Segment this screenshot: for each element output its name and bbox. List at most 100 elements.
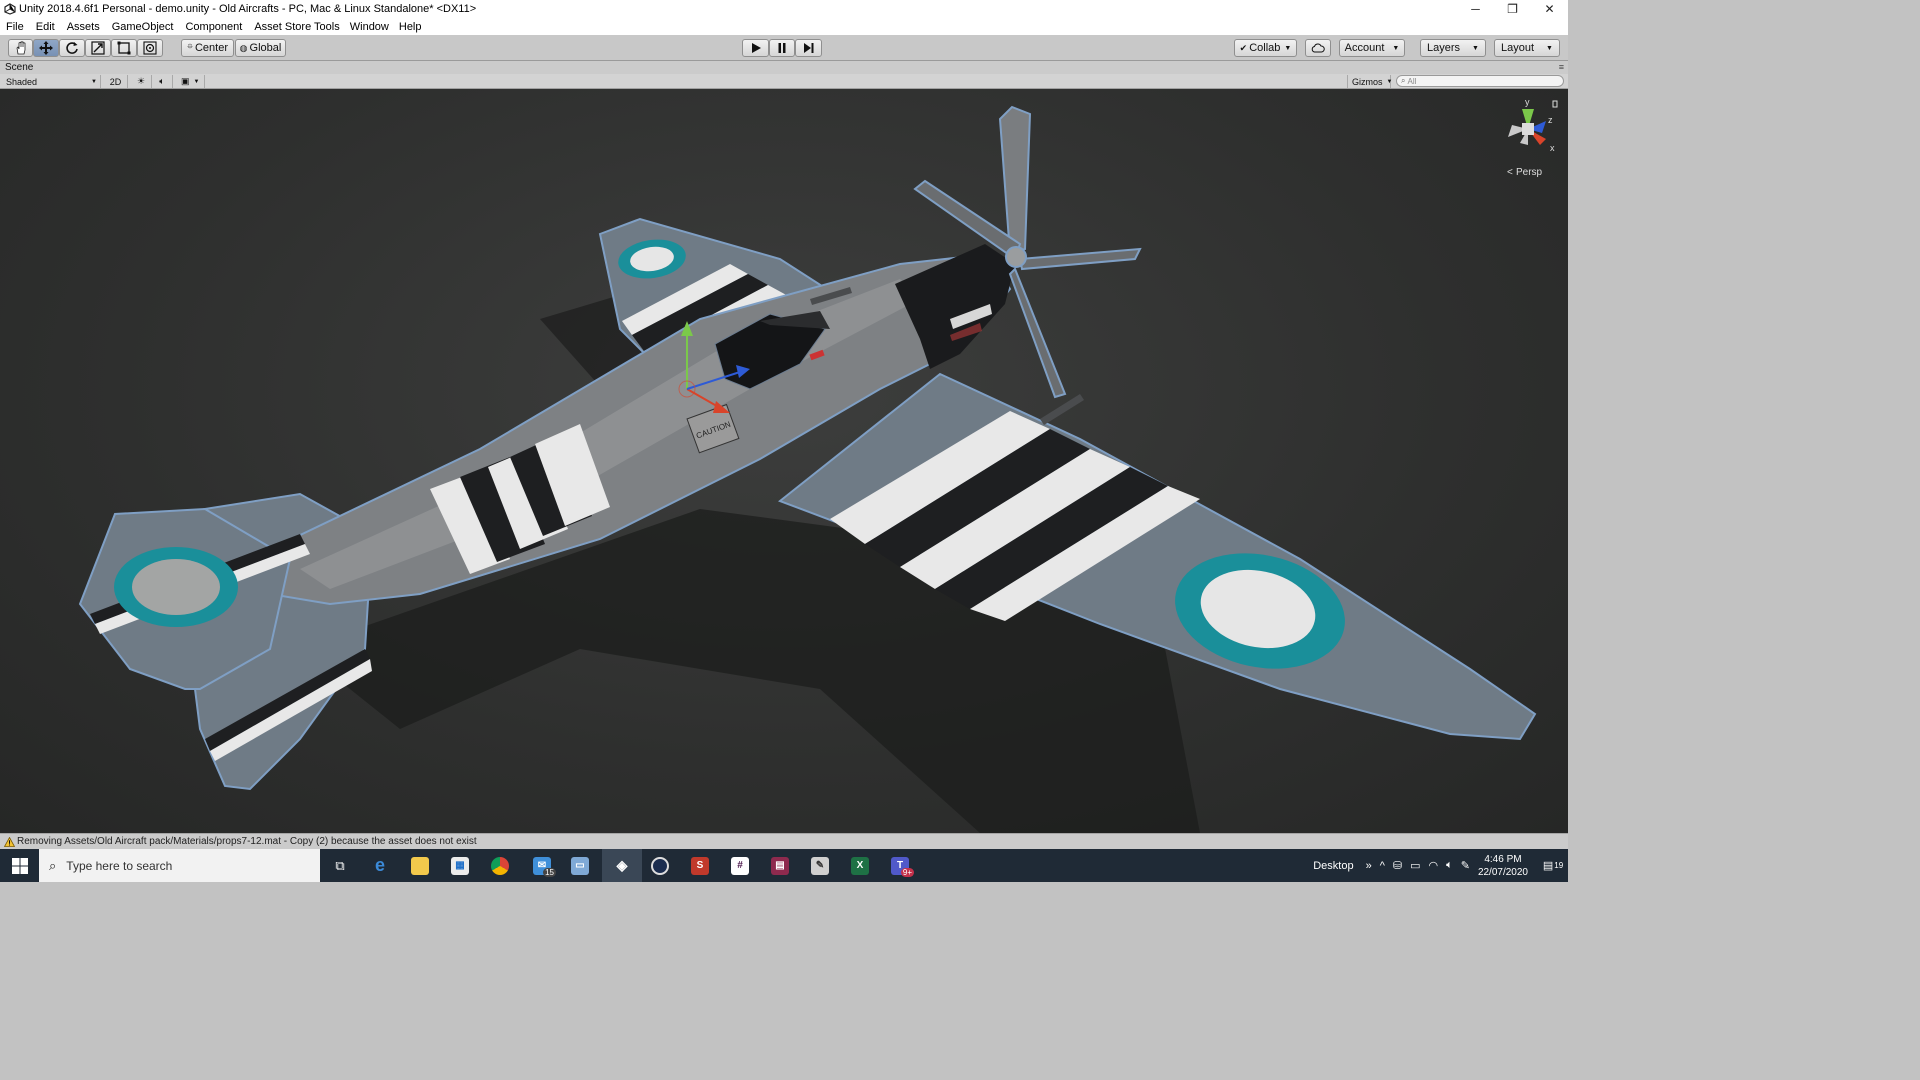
move-arrows-icon bbox=[39, 41, 53, 55]
aircraft-scene[interactable]: CAUTION y z x Persp < bbox=[0, 89, 1568, 833]
restore-button[interactable]: ❐ bbox=[1494, 0, 1531, 18]
lock-icon bbox=[1552, 100, 1558, 108]
taskbar-search-input[interactable]: ⌕ Type here to search bbox=[39, 849, 320, 882]
menu-window[interactable]: Window bbox=[350, 21, 389, 33]
substance-app[interactable]: S bbox=[680, 849, 720, 882]
toolbar-expand-icon[interactable]: » bbox=[1366, 860, 1372, 872]
orientation-gizmo[interactable]: y z x Persp < bbox=[1507, 97, 1558, 178]
mode-2d-toggle[interactable]: 2D bbox=[104, 75, 128, 88]
persp-arrow-icon: < bbox=[1507, 167, 1513, 178]
rect-icon bbox=[117, 41, 131, 55]
paint-app[interactable]: ✎ bbox=[800, 849, 840, 882]
pivot-icon: ⯐ bbox=[186, 42, 193, 51]
wifi-icon[interactable]: ◠ bbox=[1429, 859, 1439, 872]
hand-tool-button[interactable] bbox=[8, 39, 33, 57]
network-drive-icon[interactable]: ⛁ bbox=[1393, 859, 1402, 872]
battery-icon[interactable]: ▭ bbox=[1410, 859, 1420, 872]
taskbar-search-placeholder: Type here to search bbox=[66, 858, 173, 873]
search-icon: ⌕ bbox=[1401, 76, 1406, 85]
cinema4d-app[interactable] bbox=[640, 849, 680, 882]
menu-component[interactable]: Component bbox=[185, 21, 242, 33]
excel-app[interactable]: X bbox=[840, 849, 880, 882]
space-global-label: Global bbox=[249, 42, 282, 54]
scene-viewport[interactable]: CAUTION y z x Persp < bbox=[0, 89, 1568, 833]
lighting-toggle[interactable]: ☀ bbox=[131, 75, 152, 88]
chrome-app[interactable] bbox=[480, 849, 520, 882]
pause-button[interactable] bbox=[769, 39, 795, 57]
menu-gameobject[interactable]: GameObject bbox=[112, 21, 174, 33]
scene-search-input[interactable]: ⌕ All bbox=[1396, 75, 1564, 87]
status-bar[interactable]: Removing Assets/Old Aircraft pack/Materi… bbox=[0, 833, 1568, 849]
excel-icon: X bbox=[851, 856, 869, 875]
play-button[interactable] bbox=[742, 39, 769, 57]
shading-mode-dropdown[interactable]: Shaded ▼ bbox=[2, 75, 101, 88]
slack-app[interactable]: # bbox=[720, 849, 760, 882]
unity-icon: ◈ bbox=[616, 857, 628, 873]
rotate-icon bbox=[66, 42, 78, 54]
minimize-button[interactable]: ─ bbox=[1457, 0, 1494, 18]
axis-x-label: x bbox=[1550, 143, 1555, 153]
scene-tab[interactable]: Scene bbox=[5, 62, 33, 73]
cloud-button[interactable] bbox=[1305, 39, 1331, 57]
collab-label: Collab bbox=[1249, 42, 1281, 54]
windows-logo-icon bbox=[11, 857, 28, 874]
move-tool-button[interactable] bbox=[33, 39, 59, 57]
menu-asset-store-tools[interactable]: Asset Store Tools bbox=[254, 21, 339, 33]
clock-time: 4:46 PM bbox=[1484, 853, 1522, 865]
notifications-button[interactable]: ▤ 19 bbox=[1538, 849, 1568, 882]
search-icon: ⌕ bbox=[49, 857, 57, 873]
start-button[interactable] bbox=[0, 849, 39, 882]
account-label: Account bbox=[1344, 42, 1385, 54]
menu-file[interactable]: File bbox=[6, 21, 24, 33]
chevron-down-icon: ▼ bbox=[193, 78, 200, 85]
scale-tool-button[interactable] bbox=[85, 39, 111, 57]
store-app[interactable]: ▦ bbox=[440, 849, 480, 882]
layers-dropdown[interactable]: Layers ▼ bbox=[1420, 39, 1486, 57]
pen-icon[interactable]: ✎ bbox=[1461, 859, 1470, 872]
layout-dropdown[interactable]: Layout ▼ bbox=[1494, 39, 1560, 57]
chevron-down-icon: ▼ bbox=[1392, 44, 1400, 52]
window-title: Unity 2018.4.6f1 Personal - demo.unity -… bbox=[19, 3, 477, 15]
file-explorer-app[interactable] bbox=[400, 849, 440, 882]
pause-icon bbox=[778, 43, 786, 53]
edge-app[interactable]: e bbox=[360, 849, 400, 882]
winrar-app[interactable]: ▤ bbox=[760, 849, 800, 882]
space-global-button[interactable]: ◍ Global bbox=[235, 39, 286, 57]
rect-tool-button[interactable] bbox=[111, 39, 137, 57]
shading-mode-label: Shaded bbox=[6, 76, 38, 87]
teams-app[interactable]: T 9+ bbox=[880, 849, 920, 882]
transform-tool-button[interactable] bbox=[137, 39, 163, 57]
windows-taskbar: ⌕ Type here to search ⧉ e ▦ ✉ 15 ▭ ◈ S #… bbox=[0, 849, 1568, 882]
scene-search-placeholder: All bbox=[1407, 76, 1417, 86]
chevron-up-icon[interactable]: ^ bbox=[1380, 860, 1385, 872]
account-dropdown[interactable]: Account ▼ bbox=[1339, 39, 1405, 57]
volume-icon[interactable]: 🔈︎ bbox=[1446, 859, 1453, 872]
globe-icon: ◍ bbox=[239, 42, 248, 53]
system-clock[interactable]: 4:46 PM 22/07/2020 bbox=[1478, 853, 1528, 879]
effects-dropdown[interactable]: ▣ ▼ bbox=[177, 75, 205, 88]
unity-logo-icon bbox=[3, 2, 17, 16]
menu-assets[interactable]: Assets bbox=[67, 21, 100, 33]
panel-menu-icon[interactable]: ≡ bbox=[1559, 62, 1564, 72]
task-view-button[interactable]: ⧉ bbox=[320, 849, 360, 882]
rotate-tool-button[interactable] bbox=[59, 39, 85, 57]
chevron-down-icon: ▼ bbox=[1284, 44, 1292, 52]
audio-toggle[interactable]: 🔈︎ bbox=[152, 75, 173, 88]
transform-icon bbox=[143, 41, 157, 55]
mail-badge: 15 bbox=[543, 868, 556, 877]
scale-icon bbox=[91, 41, 105, 55]
pivot-center-button[interactable]: ⯐ Center bbox=[181, 39, 234, 57]
play-icon bbox=[751, 43, 761, 53]
close-button[interactable]: ✕ bbox=[1531, 0, 1568, 18]
collab-dropdown[interactable]: ✔ Collab ▼ bbox=[1234, 39, 1297, 57]
step-button[interactable] bbox=[795, 39, 822, 57]
menu-help[interactable]: Help bbox=[399, 21, 422, 33]
menu-edit[interactable]: Edit bbox=[36, 21, 55, 33]
desktop-toolbar[interactable]: Desktop bbox=[1313, 860, 1353, 872]
remote-desktop-app[interactable]: ▭ bbox=[560, 849, 600, 882]
gizmos-dropdown[interactable]: Gizmos ▼ bbox=[1347, 75, 1392, 88]
unity-app[interactable]: ◈ bbox=[602, 849, 642, 882]
mail-app[interactable]: ✉ 15 bbox=[522, 849, 562, 882]
pivot-center-label: Center bbox=[194, 42, 229, 54]
step-icon bbox=[803, 43, 813, 53]
